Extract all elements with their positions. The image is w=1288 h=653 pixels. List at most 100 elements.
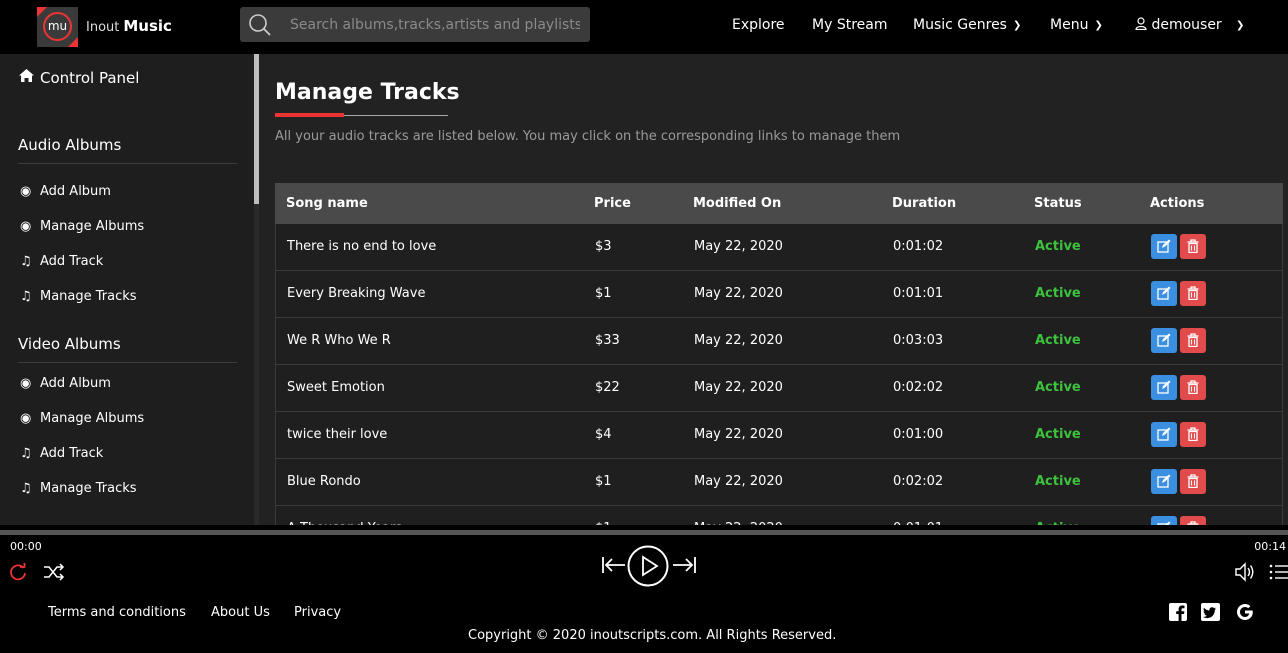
column-header: Actions xyxy=(1150,196,1205,211)
search-box xyxy=(240,7,590,42)
delete-button[interactable] xyxy=(1180,422,1206,447)
sidebar-item-video-manage-albums[interactable]: ◉ Manage Albums xyxy=(20,411,144,426)
brand-name[interactable]: Inout Music xyxy=(86,17,172,35)
previous-icon[interactable] xyxy=(601,556,627,574)
progress-bar[interactable] xyxy=(0,530,1288,535)
trash-icon xyxy=(1187,427,1199,441)
edit-button[interactable] xyxy=(1151,469,1177,494)
audio-player: 00:00 00:14 Terms and conditions About U… xyxy=(0,525,1288,653)
music-note-icon: ♫ xyxy=(20,289,32,304)
delete-button[interactable] xyxy=(1180,234,1206,259)
sidebar-control-panel[interactable]: Control Panel xyxy=(18,68,139,87)
column-header: Song name xyxy=(286,196,368,211)
edit-button[interactable] xyxy=(1151,281,1177,306)
edit-icon xyxy=(1157,286,1171,300)
home-icon xyxy=(18,68,36,87)
cell-status: Active xyxy=(1035,427,1081,442)
twitter-icon[interactable] xyxy=(1201,603,1220,621)
sidebar-item-audio-manage-albums[interactable]: ◉ Manage Albums xyxy=(20,219,144,234)
sidebar-item-label: Manage Albums xyxy=(40,219,145,234)
trash-icon xyxy=(1187,286,1199,300)
search-input[interactable] xyxy=(290,15,580,35)
playlist-icon[interactable] xyxy=(1269,564,1288,580)
cell-modified: May 22, 2020 xyxy=(694,474,783,489)
edit-button[interactable] xyxy=(1151,422,1177,447)
cell-modified: May 22, 2020 xyxy=(694,286,783,301)
next-icon[interactable] xyxy=(671,556,697,574)
google-icon[interactable] xyxy=(1235,602,1255,622)
nav-my-stream[interactable]: My Stream xyxy=(812,17,887,33)
main-content: Manage Tracks All your audio tracks are … xyxy=(259,54,1288,525)
total-time: 00:14 xyxy=(1254,540,1286,553)
album-icon: ◉ xyxy=(20,376,32,391)
page-title: Manage Tracks xyxy=(275,80,460,105)
cell-price: $22 xyxy=(595,380,620,395)
sidebar-item-video-add-track[interactable]: ♫ Add Track xyxy=(20,446,103,461)
nav-menu[interactable]: Menu ❯ xyxy=(1050,17,1103,33)
column-header: Status xyxy=(1034,196,1082,211)
sidebar: Control Panel Audio Albums ◉ Add Album ◉ M… xyxy=(0,54,254,525)
footer-link-privacy[interactable]: Privacy xyxy=(294,605,341,620)
facebook-icon[interactable] xyxy=(1169,603,1187,621)
edit-icon xyxy=(1157,333,1171,347)
nav-user-label: demouser xyxy=(1151,17,1222,33)
cell-price: $4 xyxy=(595,427,612,442)
user-dropdown-toggle[interactable]: ❯ xyxy=(1236,17,1244,33)
logo[interactable]: mu xyxy=(37,7,78,47)
nav-music-genres-label: Music Genres xyxy=(913,17,1007,33)
cell-modified: May 22, 2020 xyxy=(694,427,783,442)
sidebar-item-video-add-album[interactable]: ◉ Add Album xyxy=(20,376,111,391)
edit-button[interactable] xyxy=(1151,516,1177,525)
sidebar-item-label: Add Album xyxy=(40,184,111,199)
chevron-down-icon: ❯ xyxy=(1012,19,1022,31)
delete-button[interactable] xyxy=(1180,469,1206,494)
footer-link-terms[interactable]: Terms and conditions xyxy=(48,605,186,620)
sidebar-item-label: Manage Tracks xyxy=(40,481,137,496)
edit-button[interactable] xyxy=(1151,328,1177,353)
cell-modified: May 22, 2020 xyxy=(694,333,783,348)
delete-button[interactable] xyxy=(1180,281,1206,306)
cell-song: Every Breaking Wave xyxy=(287,286,426,301)
sidebar-item-audio-add-track[interactable]: ♫ Add Track xyxy=(20,254,103,269)
divider xyxy=(18,163,237,164)
edit-icon xyxy=(1157,474,1171,488)
play-icon[interactable] xyxy=(627,545,669,587)
nav-music-genres[interactable]: Music Genres ❯ xyxy=(913,17,1021,33)
table-row: A Thousand Years$1May 22, 20200:01:01Act… xyxy=(275,506,1283,525)
sidebar-item-audio-manage-tracks[interactable]: ♫ Manage Tracks xyxy=(20,289,137,304)
music-note-icon: ♫ xyxy=(20,481,32,496)
sidebar-item-audio-add-album[interactable]: ◉ Add Album xyxy=(20,184,111,199)
logo-mark: mu xyxy=(43,12,72,41)
cell-modified: May 22, 2020 xyxy=(694,380,783,395)
cell-duration: 0:01:00 xyxy=(893,427,944,442)
copyright-text: Copyright © 2020 inoutscripts.com. All R… xyxy=(468,628,837,643)
music-note-icon: ♫ xyxy=(20,254,32,269)
nav-menu-label: Menu xyxy=(1050,17,1089,33)
footer-link-about[interactable]: About Us xyxy=(211,605,270,620)
repeat-icon[interactable] xyxy=(8,562,28,582)
shuffle-icon[interactable] xyxy=(43,563,65,581)
nav-user[interactable]: demouser xyxy=(1135,17,1222,33)
cell-price: $1 xyxy=(595,474,612,489)
sidebar-item-video-manage-tracks[interactable]: ♫ Manage Tracks xyxy=(20,481,137,496)
user-icon xyxy=(1135,17,1147,31)
trash-icon xyxy=(1187,474,1199,488)
delete-button[interactable] xyxy=(1180,516,1206,525)
nav-explore[interactable]: Explore xyxy=(732,17,785,33)
trash-icon xyxy=(1187,380,1199,394)
search-icon[interactable] xyxy=(248,13,272,37)
delete-button[interactable] xyxy=(1180,375,1206,400)
chevron-down-icon: ❯ xyxy=(1094,19,1103,31)
sidebar-video-albums-heading: Video Albums xyxy=(18,335,121,353)
edit-button[interactable] xyxy=(1151,234,1177,259)
table-row: twice their love $4 May 22, 2020 0:01:00 Act… xyxy=(275,412,1283,459)
album-icon: ◉ xyxy=(20,411,32,426)
table-row: Sweet Emotion $22 May 22, 2020 0:02:02 Activ… xyxy=(275,365,1283,412)
cell-duration: 0:03:03 xyxy=(893,333,944,348)
delete-button[interactable] xyxy=(1180,328,1206,353)
trash-icon xyxy=(1187,333,1199,347)
cell-status: Active xyxy=(1035,474,1081,489)
cell-song: There is no end to love xyxy=(287,239,437,254)
volume-icon[interactable] xyxy=(1234,562,1256,582)
edit-button[interactable] xyxy=(1151,375,1177,400)
